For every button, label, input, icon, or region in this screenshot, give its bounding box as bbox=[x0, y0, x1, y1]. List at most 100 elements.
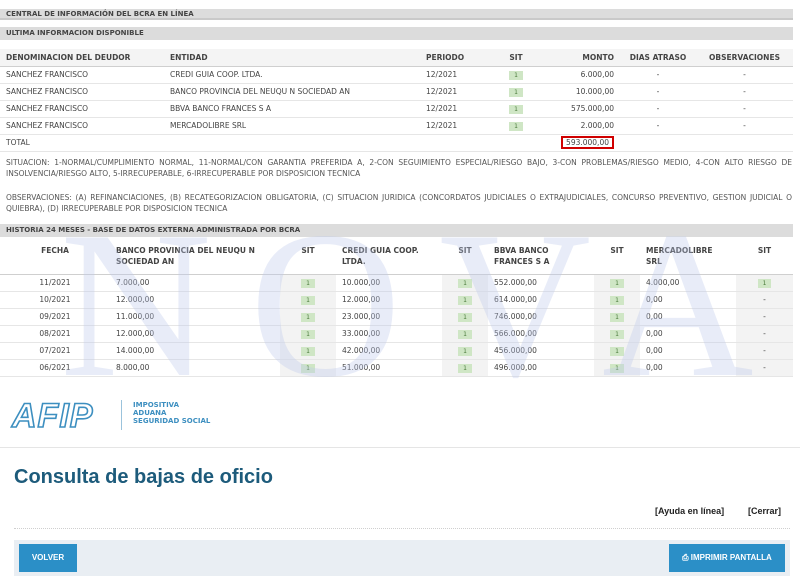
days-late: - bbox=[620, 117, 696, 135]
bcra-header-title: CENTRAL DE INFORMACIÓN DEL BCRA EN LÍNEA bbox=[0, 9, 793, 20]
history-amount: 8.000,00 bbox=[110, 359, 280, 377]
col-period: PERIODO bbox=[420, 49, 486, 67]
afip-line: ADUANA bbox=[133, 409, 167, 417]
situation-badge: 1 bbox=[509, 87, 523, 97]
debt-row: SANCHEZ FRANCISCO BANCO PROVINCIA DEL NE… bbox=[0, 83, 793, 101]
close-link[interactable]: [Cerrar] bbox=[748, 506, 781, 516]
entity-name: BBVA BANCO FRANCES S A bbox=[164, 100, 420, 118]
debts-header-row: DENOMINACION DEL DEUDOR ENTIDAD PERIODO … bbox=[0, 49, 793, 67]
print-button-label: IMPRIMIR PANTALLA bbox=[690, 553, 772, 562]
history-title: HISTORIA 24 MESES - BASE DE DATOS EXTERN… bbox=[0, 224, 793, 237]
total-label: TOTAL bbox=[0, 134, 164, 152]
history-amount: 23.000,00 bbox=[336, 308, 442, 326]
history-row: 08/2021 12.000,00 1 33.000,00 1 566.000,… bbox=[0, 325, 793, 343]
situation-badge: 1 bbox=[458, 295, 472, 305]
printer-icon: ⎙ bbox=[682, 553, 691, 562]
help-link[interactable]: [Ayuda en línea] bbox=[655, 506, 724, 516]
history-sit-empty: - bbox=[736, 359, 793, 377]
history-amount: 0,00 bbox=[640, 342, 736, 360]
col-debtor: DENOMINACION DEL DEUDOR bbox=[0, 49, 164, 67]
col-amount: MONTO bbox=[546, 49, 620, 67]
divider bbox=[0, 447, 800, 448]
period: 12/2021 bbox=[420, 66, 486, 84]
history-amount: 51.000,00 bbox=[336, 359, 442, 377]
observations: - bbox=[696, 66, 793, 84]
situation-badge: 1 bbox=[301, 346, 315, 356]
history-amount: 4.000,00 bbox=[640, 274, 736, 292]
history-amount: 496.000,00 bbox=[488, 359, 594, 377]
observations: - bbox=[696, 83, 793, 101]
situation-badge: 1 bbox=[301, 312, 315, 322]
history-header-row: FECHA BANCO PROVINCIA DEL NEUQU N SOCIED… bbox=[0, 242, 793, 275]
situation-badge: 1 bbox=[301, 295, 315, 305]
observations: - bbox=[696, 117, 793, 135]
history-sit-empty: - bbox=[736, 342, 793, 360]
history-sit-empty: - bbox=[736, 308, 793, 326]
col-bank-a: BANCO PROVINCIA DEL NEUQU N SOCIEDAD AN bbox=[110, 242, 280, 275]
entity-name: MERCADOLIBRE SRL bbox=[164, 117, 420, 135]
debts-table: DENOMINACION DEL DEUDOR ENTIDAD PERIODO … bbox=[0, 49, 793, 152]
days-late: - bbox=[620, 83, 696, 101]
situation-badge: 1 bbox=[509, 104, 523, 114]
history-amount: 0,00 bbox=[640, 291, 736, 309]
col-bank-c: BBVA BANCO FRANCES S A bbox=[488, 242, 594, 275]
history-amount: 14.000,00 bbox=[110, 342, 280, 360]
afip-logo-text: AFIP bbox=[11, 397, 94, 435]
afip-subtitle: IMPOSITIVA ADUANA SEGURIDAD SOCIAL bbox=[133, 401, 210, 425]
col-observations: OBSERVACIONES bbox=[696, 49, 793, 67]
situation-badge: 1 bbox=[458, 312, 472, 322]
observations-legend: OBSERVACIONES: (A) REFINANCIACIONES, (B)… bbox=[6, 193, 792, 213]
history-date: 08/2021 bbox=[0, 325, 110, 343]
col-bank-b: CREDI GUIA COOP. LTDA. bbox=[336, 242, 442, 275]
amount: 2.000,00 bbox=[546, 117, 620, 135]
col-days: DIAS ATRASO bbox=[620, 49, 696, 67]
situation-badge: 1 bbox=[301, 363, 315, 373]
history-row: 09/2021 11.000,00 1 23.000,00 1 746.000,… bbox=[0, 308, 793, 326]
situation-badge: 1 bbox=[610, 278, 624, 288]
debtor-name: SANCHEZ FRANCISCO bbox=[0, 83, 164, 101]
history-amount: 33.000,00 bbox=[336, 325, 442, 343]
bcra-header-subtitle: ULTIMA INFORMACION DISPONIBLE bbox=[0, 27, 793, 40]
col-sit-b: SIT bbox=[442, 242, 488, 275]
history-amount: 456.000,00 bbox=[488, 342, 594, 360]
print-button[interactable]: ⎙ IMPRIMIR PANTALLA bbox=[669, 544, 785, 572]
history-row: 07/2021 14.000,00 1 42.000,00 1 456.000,… bbox=[0, 342, 793, 360]
history-row: 06/2021 8.000,00 1 51.000,00 1 496.000,0… bbox=[0, 359, 793, 377]
situation-badge: 1 bbox=[610, 312, 624, 322]
history-row: 11/2021 7.000,00 1 10.000,00 1 552.000,0… bbox=[0, 274, 793, 292]
situation-badge: 1 bbox=[458, 278, 472, 288]
afip-line: SEGURIDAD SOCIAL bbox=[133, 417, 211, 425]
col-bank-d: MERCADOLIBRE SRL bbox=[640, 242, 736, 275]
history-amount: 12.000,00 bbox=[110, 291, 280, 309]
history-amount: 10.000,00 bbox=[336, 274, 442, 292]
col-date: FECHA bbox=[0, 242, 110, 275]
history-date: 10/2021 bbox=[0, 291, 110, 309]
amount: 575.000,00 bbox=[546, 100, 620, 118]
history-amount: 614.000,00 bbox=[488, 291, 594, 309]
history-sit-empty: - bbox=[736, 325, 793, 343]
observations: - bbox=[696, 100, 793, 118]
col-sit-c: SIT bbox=[594, 242, 640, 275]
entity-name: BANCO PROVINCIA DEL NEUQU N SOCIEDAD AN bbox=[164, 83, 420, 101]
debtor-name: SANCHEZ FRANCISCO bbox=[0, 117, 164, 135]
history-amount: 0,00 bbox=[640, 359, 736, 377]
history-amount: 7.000,00 bbox=[110, 274, 280, 292]
history-amount: 746.000,00 bbox=[488, 308, 594, 326]
entity-name: CREDI GUIA COOP. LTDA. bbox=[164, 66, 420, 84]
situation-badge: 1 bbox=[509, 121, 523, 131]
col-entity: ENTIDAD bbox=[164, 49, 420, 67]
col-sit: SIT bbox=[486, 49, 546, 67]
history-table: FECHA BANCO PROVINCIA DEL NEUQU N SOCIED… bbox=[0, 242, 793, 377]
days-late: - bbox=[620, 100, 696, 118]
debt-row: SANCHEZ FRANCISCO MERCADOLIBRE SRL 12/20… bbox=[0, 117, 793, 135]
situation-badge: 1 bbox=[610, 346, 624, 356]
debtor-name: SANCHEZ FRANCISCO bbox=[0, 66, 164, 84]
situation-badge: 1 bbox=[757, 278, 772, 288]
back-button[interactable]: VOLVER bbox=[19, 544, 77, 572]
situation-badge: 1 bbox=[610, 363, 624, 373]
debt-row: SANCHEZ FRANCISCO BBVA BANCO FRANCES S A… bbox=[0, 100, 793, 118]
total-row: TOTAL 593.000,00 bbox=[0, 134, 793, 152]
amount: 6.000,00 bbox=[546, 66, 620, 84]
history-amount: 11.000,00 bbox=[110, 308, 280, 326]
history-amount: 0,00 bbox=[640, 308, 736, 326]
